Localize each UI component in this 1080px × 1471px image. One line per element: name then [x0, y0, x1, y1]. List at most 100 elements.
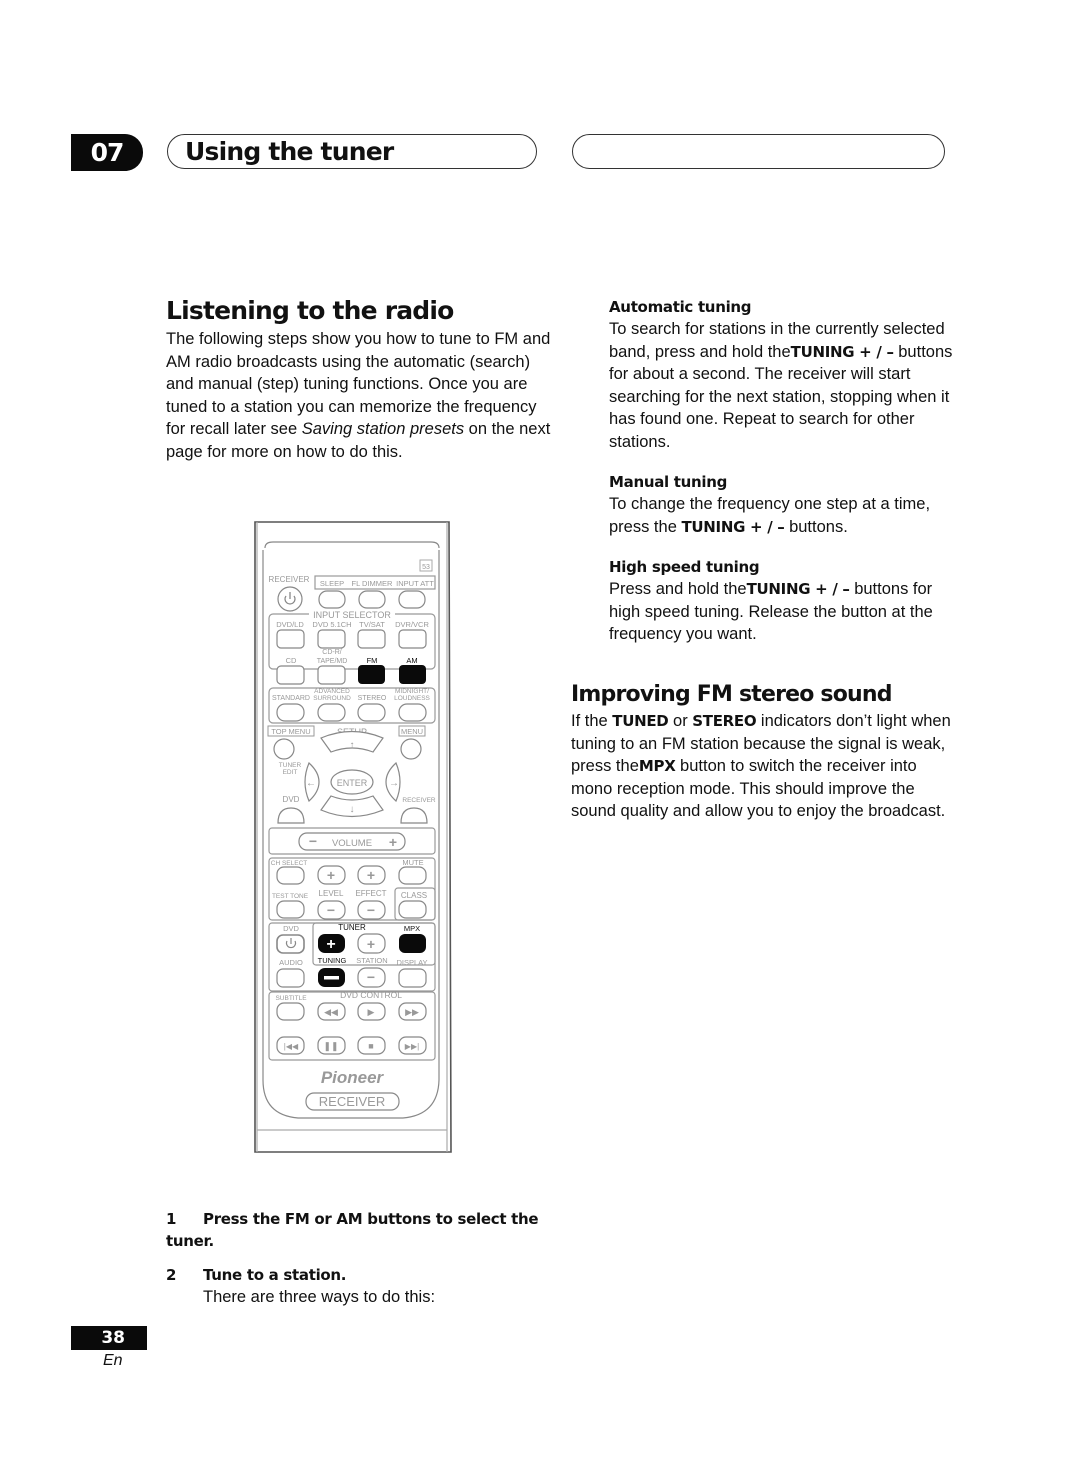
- subsection-title: High speed tuning: [609, 558, 760, 576]
- remote-label-tv-sat: TV/SAT: [359, 620, 385, 629]
- remote-model-label: RECEIVER: [319, 1094, 385, 1109]
- am-button[interactable]: [399, 665, 426, 684]
- remote-label-fl-dimmer: FL DIMMER: [352, 579, 394, 588]
- play-icon: ▶: [368, 1007, 375, 1017]
- remote-label-standard: STANDARD: [272, 695, 310, 702]
- mpx-button[interactable]: [399, 934, 426, 953]
- text: If the: [571, 712, 613, 730]
- language-label: En: [103, 1352, 123, 1369]
- text: or: [668, 712, 693, 730]
- remote-label-midnight: MIDNIGHT/: [395, 688, 429, 695]
- svg-text:+: +: [327, 867, 335, 883]
- fm-button[interactable]: [358, 665, 385, 684]
- remote-badge-icon: 53: [422, 564, 430, 571]
- remote-label-receiver: RECEIVER: [269, 575, 310, 584]
- arrow-up-icon: ↑: [350, 740, 355, 751]
- remote-control-illustration: 53 RECEIVER SLEEP FL DIMMER INPUT ATT IN…: [253, 520, 453, 1165]
- arrow-right-icon: →: [389, 778, 399, 789]
- remote-label-sleep: SLEEP: [320, 579, 344, 588]
- previous-track-icon: |◀◀: [284, 1042, 299, 1051]
- remote-label-advanced: ADVANCED: [314, 688, 350, 695]
- steps-list: 1 Press the FM or AM buttons to select th…: [166, 1208, 546, 1309]
- chapter-title-blank-box: [572, 134, 945, 169]
- step-number: 1: [166, 1210, 177, 1228]
- manual-tuning-text: To change the frequency one step at a ti…: [609, 493, 954, 538]
- plus-icon: +: [326, 936, 335, 953]
- automatic-tuning-text: To search for stations in the currently …: [609, 318, 954, 453]
- remote-label-dvd-ld: DVD/LD: [276, 620, 304, 629]
- remote-label-stereo: STEREO: [358, 695, 387, 702]
- fast-forward-icon: ▶▶: [405, 1007, 419, 1017]
- remote-label-tuner-main: TUNER: [338, 923, 366, 932]
- remote-label-menu: MENU: [401, 727, 423, 736]
- step-body: There are three ways to do this:: [203, 1288, 436, 1306]
- remote-label-station: STATION: [356, 956, 387, 965]
- remote-label-mpx: MPX: [404, 924, 420, 933]
- arrow-down-icon: ↓: [350, 804, 355, 815]
- intro-paragraph: The following steps show you how to tune…: [166, 328, 556, 463]
- svg-text:−: −: [367, 902, 375, 918]
- remote-label-top-menu: TOP MENU: [271, 727, 310, 736]
- volume-plus-icon: +: [389, 834, 397, 850]
- remote-label-dvd-51ch: DVD 5.1CH: [312, 620, 351, 629]
- remote-label-effect: EFFECT: [355, 889, 386, 898]
- step-1: 1 Press the FM or AM buttons to select th…: [166, 1208, 546, 1252]
- step-2: 2 Tune to a station.: [166, 1264, 546, 1286]
- text: Press and hold the: [609, 580, 747, 598]
- remote-label-surround: SURROUND: [313, 695, 351, 702]
- remote-label-subtitle: SUBTITLE: [275, 995, 307, 1002]
- remote-label-am: AM: [406, 656, 417, 665]
- step-number: 2: [166, 1266, 177, 1284]
- stop-icon: ■: [368, 1041, 373, 1051]
- subsection-title: Manual tuning: [609, 473, 728, 491]
- pioneer-logo: Pioneer: [321, 1068, 385, 1087]
- arrow-left-icon: ←: [306, 778, 316, 789]
- high-speed-tuning-block: High speed tuning Press and hold theTUNI…: [609, 556, 954, 646]
- remote-label-display: DISPLAY: [396, 958, 427, 967]
- svg-text:+: +: [367, 867, 375, 883]
- remote-label-cd-r: CD-R/: [322, 649, 341, 656]
- page-number: 38: [71, 1326, 147, 1350]
- bold-text: TUNING + / –: [681, 517, 785, 536]
- remote-label-volume: VOLUME: [332, 838, 372, 849]
- bold-text: TUNING + / –: [746, 580, 850, 598]
- volume-minus-icon: −: [309, 833, 317, 849]
- remote-label-fm: FM: [367, 656, 378, 665]
- remote-label-test-tone: TEST TONE: [272, 893, 309, 900]
- subsection-title: Automatic tuning: [609, 298, 752, 316]
- step-title: Tune to a station.: [203, 1266, 347, 1284]
- remote-label-loudness: LOUDNESS: [394, 695, 430, 702]
- section-title-fm-stereo: Improving FM stereo sound: [571, 682, 893, 707]
- chapter-number: 07: [71, 134, 143, 171]
- remote-label-level: LEVEL: [319, 889, 344, 898]
- high-speed-tuning-text: Press and hold theTUNING + / – buttons f…: [609, 578, 954, 646]
- remote-label-dvd-control: DVD CONTROL: [340, 990, 402, 1000]
- automatic-tuning-block: Automatic tuning To search for stations …: [609, 296, 954, 453]
- remote-label-enter: ENTER: [337, 778, 368, 788]
- svg-text:−: −: [327, 902, 335, 918]
- svg-text:−: −: [367, 969, 375, 985]
- remote-label-tuning: TUNING: [318, 956, 347, 965]
- remote-label-edit: EDIT: [283, 769, 298, 776]
- section-title-listening: Listening to the radio: [166, 296, 454, 325]
- remote-label-input-att: INPUT ATT: [396, 579, 434, 588]
- remote-label-input-selector: INPUT SELECTOR: [313, 610, 391, 620]
- remote-label-dvd: DVD: [283, 795, 300, 804]
- remote-label-receiver-small: RECEIVER: [402, 797, 436, 804]
- bold-text: MPX: [638, 757, 676, 775]
- pause-icon: ❚❚: [323, 1041, 338, 1052]
- remote-label-mute: MUTE: [402, 858, 423, 867]
- svg-text:+: +: [367, 936, 375, 952]
- remote-label-class: CLASS: [401, 891, 427, 900]
- remote-label-tape-md: TAPE/MD: [317, 658, 348, 665]
- remote-label-ch-select: CH SELECT: [271, 860, 308, 867]
- minus-icon: [324, 976, 339, 980]
- step-title: Press the FM or AM buttons to select the…: [166, 1210, 539, 1250]
- next-track-icon: ▶▶|: [405, 1042, 419, 1051]
- saving-presets-reference: Saving station presets: [301, 420, 465, 438]
- fm-stereo-text: If the TUNED or STEREO indicators don’t …: [571, 710, 956, 823]
- chapter-title: Using the tuner: [167, 134, 537, 169]
- rewind-icon: ◀◀: [324, 1007, 338, 1017]
- remote-label-tuner: TUNER: [279, 762, 302, 769]
- remote-label-dvd-power: DVD: [283, 924, 299, 933]
